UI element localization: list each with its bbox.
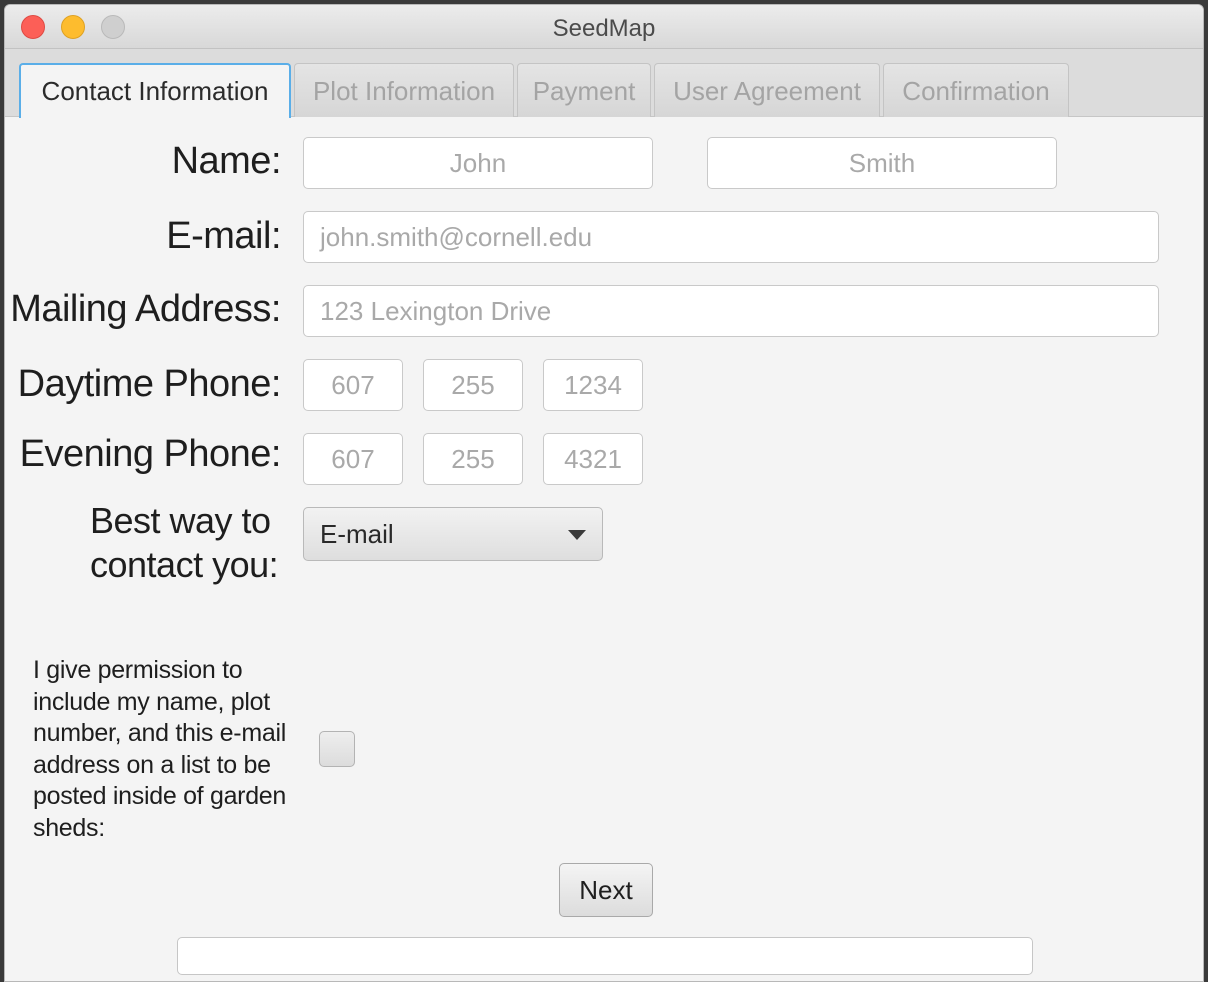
daytime-phone-prefix-input[interactable]: 255: [423, 359, 523, 411]
mailing-address-label: Mailing Address:: [10, 288, 281, 330]
daytime-phone-label: Daytime Phone:: [17, 363, 282, 405]
status-field: [177, 937, 1033, 975]
mailing-address-input[interactable]: 123 Lexington Drive: [303, 285, 1159, 337]
contact-method-label-line2: contact you:: [90, 544, 279, 585]
tab-payment[interactable]: Payment: [517, 63, 651, 117]
tab-contact-information[interactable]: Contact Information: [19, 63, 291, 118]
tab-plot-information[interactable]: Plot Information: [294, 63, 514, 117]
permission-text: I give permission to include my name, pl…: [33, 656, 287, 842]
window-title: SeedMap: [552, 15, 656, 42]
contact-method-label-line1: Best way to: [90, 500, 271, 541]
permission-checkbox[interactable]: [319, 731, 355, 767]
evening-phone-label: Evening Phone:: [19, 433, 282, 475]
next-button[interactable]: Next: [559, 863, 653, 917]
tab-confirmation[interactable]: Confirmation: [883, 63, 1069, 117]
app-window: SeedMap Contact Information Plot Informa…: [4, 4, 1204, 982]
email-input[interactable]: john.smith@cornell.edu: [303, 211, 1159, 263]
daytime-phone-line-input[interactable]: 1234: [543, 359, 643, 411]
contact-method-select[interactable]: E-mail: [303, 507, 603, 561]
evening-phone-line-input[interactable]: 4321: [543, 433, 643, 485]
tab-bar: Contact Information Plot Information Pay…: [5, 49, 1203, 118]
email-label: E-mail:: [166, 215, 281, 257]
last-name-input[interactable]: Smith: [707, 137, 1057, 189]
contact-method-value: E-mail: [320, 519, 394, 549]
evening-phone-prefix-input[interactable]: 255: [423, 433, 523, 485]
evening-phone-area-input[interactable]: 607: [303, 433, 403, 485]
daytime-phone-area-input[interactable]: 607: [303, 359, 403, 411]
title-bar[interactable]: SeedMap: [5, 5, 1203, 49]
chevron-down-icon: [568, 530, 586, 540]
contact-method-label: Best way to contact you:: [90, 499, 279, 587]
tab-user-agreement[interactable]: User Agreement: [654, 63, 880, 117]
name-label: Name:: [171, 140, 282, 182]
first-name-input[interactable]: John: [303, 137, 653, 189]
